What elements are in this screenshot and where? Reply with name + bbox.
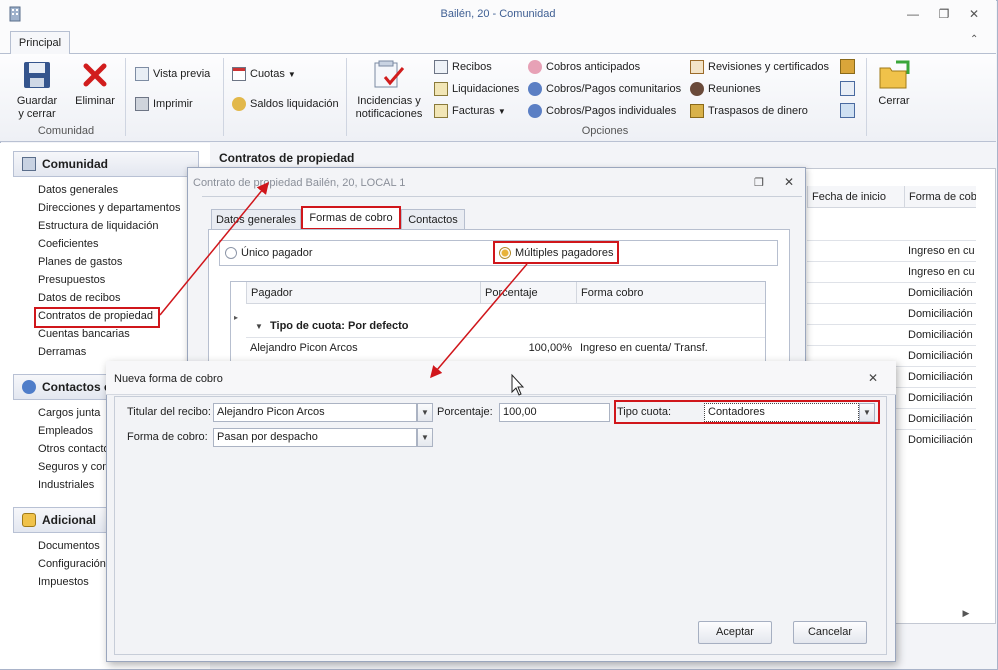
cursor-icon: [511, 373, 525, 396]
annotation-arrow: [430, 263, 528, 379]
annotation-arrow: [159, 181, 269, 316]
annotation-overlay: [159, 181, 528, 396]
